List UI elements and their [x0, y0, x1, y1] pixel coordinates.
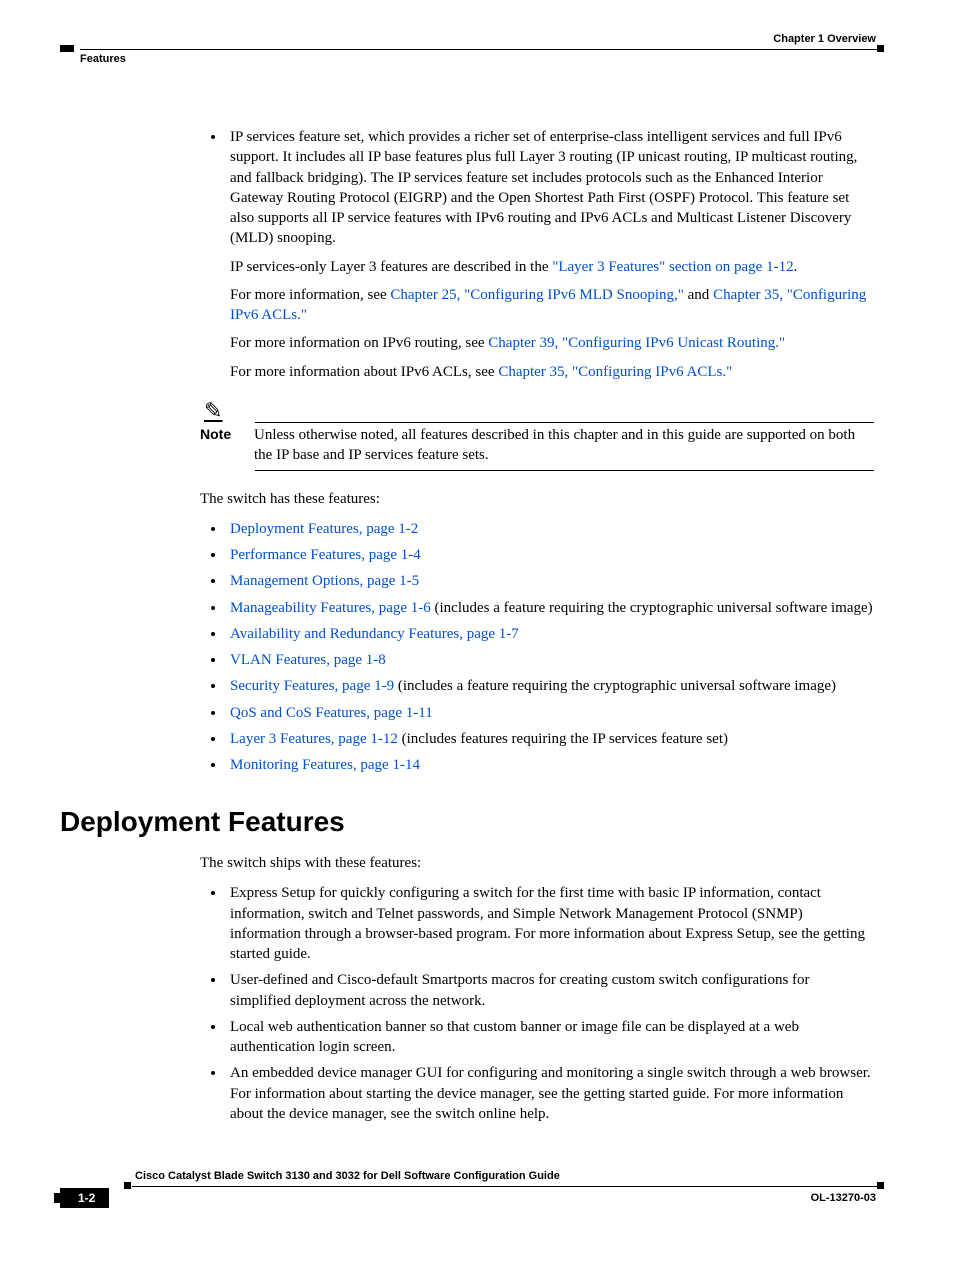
feature-link-list: Deployment Features, page 1-2 Performance… [200, 519, 874, 776]
note-icon: ✎ [204, 402, 222, 420]
note-block: ✎ Note Unless otherwise noted, all featu… [200, 400, 874, 471]
doc-id: OL-13270-03 [811, 1192, 876, 1204]
list-item: IP services feature set, which provides … [226, 127, 874, 382]
cross-ref-link[interactable]: Chapter 35, "Configuring IPv6 ACLs." [498, 364, 732, 380]
cross-ref-link[interactable]: QoS and CoS Features, page 1-11 [230, 705, 433, 721]
cross-ref-link[interactable]: Chapter 39, "Configuring IPv6 Unicast Ro… [488, 335, 785, 351]
list-item: Manageability Features, page 1-6 (includ… [226, 598, 874, 618]
cross-ref-link[interactable]: Performance Features, page 1-4 [230, 547, 421, 563]
chapter-label: Chapter 1 Overview [773, 33, 876, 45]
cross-ref-link[interactable]: "Layer 3 Features" section on page 1-12 [552, 259, 793, 275]
decor-box [124, 1182, 131, 1189]
page-number: 1-2 [60, 1188, 109, 1208]
indent-para: IP services-only Layer 3 features are de… [230, 257, 874, 277]
section-intro: The switch ships with these features: [200, 853, 874, 873]
section-label: Features [80, 53, 126, 65]
list-item: VLAN Features, page 1-8 [226, 650, 874, 670]
top-bullet-list: IP services feature set, which provides … [200, 127, 874, 382]
indent-para: For more information about IPv6 ACLs, se… [230, 362, 874, 382]
list-item: Express Setup for quickly configuring a … [226, 883, 874, 964]
list-item: Monitoring Features, page 1-14 [226, 755, 874, 775]
body-content: IP services feature set, which provides … [200, 127, 874, 1124]
list-item: Management Options, page 1-5 [226, 571, 874, 591]
note-text: Unless otherwise noted, all features des… [254, 427, 855, 463]
intro-para: The switch has these features: [200, 489, 874, 509]
cross-ref-link[interactable]: Manageability Features, page 1-6 [230, 600, 431, 616]
page-header: Chapter 1 Overview Features [60, 35, 884, 67]
list-item: Layer 3 Features, page 1-12 (includes fe… [226, 729, 874, 749]
cross-ref-link[interactable]: VLAN Features, page 1-8 [230, 652, 386, 668]
guide-title: Cisco Catalyst Blade Switch 3130 and 303… [135, 1170, 560, 1182]
note-label: Note [200, 426, 231, 442]
deployment-bullet-list: Express Setup for quickly configuring a … [200, 883, 874, 1124]
list-item: An embedded device manager GUI for confi… [226, 1063, 874, 1124]
list-item: User-defined and Cisco-default Smartport… [226, 970, 874, 1011]
cross-ref-link[interactable]: Monitoring Features, page 1-14 [230, 757, 420, 773]
footer-rule [132, 1186, 884, 1187]
indent-para: For more information on IPv6 routing, se… [230, 333, 874, 353]
cross-ref-link[interactable]: Availability and Redundancy Features, pa… [230, 626, 519, 642]
cross-ref-link[interactable]: Chapter 25, "Configuring IPv6 MLD Snoopi… [390, 287, 684, 303]
list-item: Local web authentication banner so that … [226, 1017, 874, 1058]
decor-box [60, 45, 74, 52]
cross-ref-link[interactable]: Management Options, page 1-5 [230, 573, 419, 589]
list-item: QoS and CoS Features, page 1-11 [226, 703, 874, 723]
page-footer: Cisco Catalyst Blade Switch 3130 and 303… [60, 1174, 884, 1224]
list-item: Performance Features, page 1-4 [226, 545, 874, 565]
header-rule [80, 49, 884, 50]
list-item: Availability and Redundancy Features, pa… [226, 624, 874, 644]
cross-ref-link[interactable]: Security Features, page 1-9 [230, 678, 394, 694]
bullet-text: IP services feature set, which provides … [230, 129, 857, 246]
cross-ref-link[interactable]: Layer 3 Features, page 1-12 [230, 731, 398, 747]
list-item: Deployment Features, page 1-2 [226, 519, 874, 539]
cross-ref-link[interactable]: Deployment Features, page 1-2 [230, 521, 418, 537]
list-item: Security Features, page 1-9 (includes a … [226, 676, 874, 696]
indent-para: For more information, see Chapter 25, "C… [230, 285, 874, 326]
deployment-features-heading: Deployment Features [60, 803, 874, 841]
